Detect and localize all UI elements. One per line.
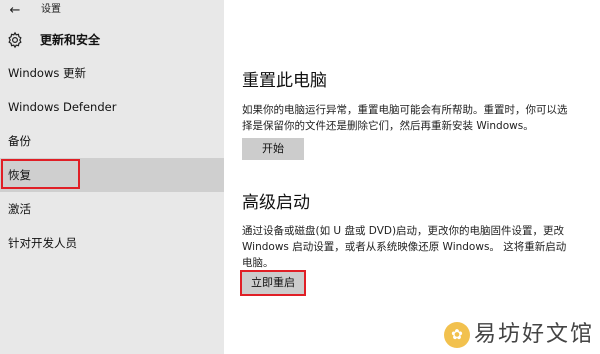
sidebar-item-windows-update[interactable]: Windows 更新 [0,56,224,90]
sidebar-item-label: 激活 [8,202,31,216]
main-content: 重置此电脑 如果你的电脑运行异常，重置电脑可能会有所帮助。重置时，你可以选择是保… [224,0,600,354]
sidebar-item-activation[interactable]: 激活 [0,192,224,226]
back-arrow-icon[interactable]: ← [6,2,24,20]
title-bar: ← 设置 [0,0,224,22]
sidebar-item-for-developers[interactable]: 针对开发人员 [0,226,224,260]
section-header: 更新和安全 [0,26,224,54]
advanced-startup-heading: 高级启动 [242,193,310,213]
sidebar-item-windows-defender[interactable]: Windows Defender [0,90,224,124]
reset-description: 如果你的电脑运行异常，重置电脑可能会有所帮助。重置时，你可以选择是保留你的文件还… [242,104,568,132]
watermark-text: 易坊好文馆 [473,322,594,347]
window-title: 设置 [41,4,61,15]
sidebar-item-label: Windows 更新 [8,66,86,80]
sidebar: ← 设置 更新和安全 Windows 更新 Windows Defender 备… [0,0,224,354]
start-button[interactable]: 开始 [242,138,304,160]
watermark-logo-icon: ✿ [443,322,470,348]
gear-icon [8,31,22,49]
sidebar-item-label: 恢复 [8,168,31,182]
sidebar-item-label: 备份 [8,134,31,148]
restart-now-button[interactable]: 立即重启 [242,272,304,294]
section-title: 更新和安全 [40,33,101,47]
sidebar-item-label: 针对开发人员 [8,236,77,250]
sidebar-item-backup[interactable]: 备份 [0,124,224,158]
watermark: ✿ 易坊好文馆 [443,322,594,348]
sidebar-item-recovery[interactable]: 恢复 [0,158,224,192]
advanced-startup-description: 通过设备或磁盘(如 U 盘或 DVD)启动，更改你的电脑固件设置，更改 Wind… [242,225,567,269]
reset-heading: 重置此电脑 [242,71,327,91]
sidebar-item-label: Windows Defender [8,100,117,114]
